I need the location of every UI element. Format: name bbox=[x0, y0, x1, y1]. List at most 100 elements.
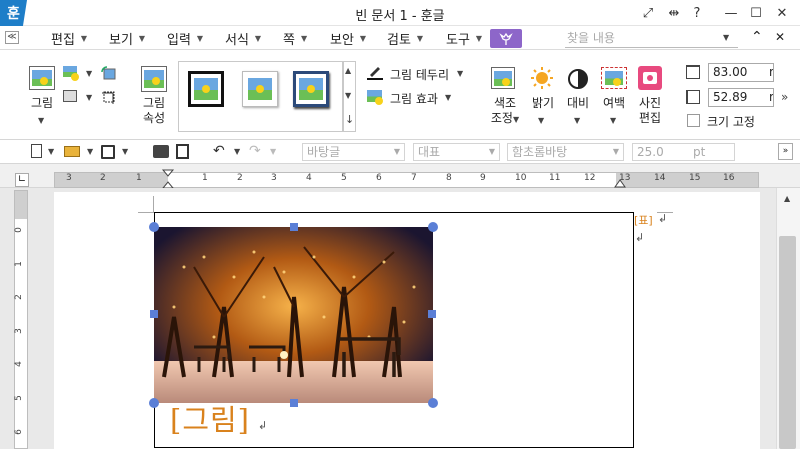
chevron-down-icon[interactable]: ▼ bbox=[48, 147, 54, 156]
vertical-ruler-number: 1 bbox=[13, 261, 24, 267]
style-black-frame[interactable] bbox=[188, 71, 224, 107]
menu-tools[interactable]: 도구 ▼ bbox=[446, 29, 482, 48]
collapse-menu-button[interactable]: ≪ bbox=[5, 31, 19, 44]
resize-handle-bottom[interactable] bbox=[290, 399, 298, 407]
menu-edit[interactable]: 편집 ▼ bbox=[51, 29, 87, 48]
toolbar-expand-button[interactable]: » bbox=[778, 143, 793, 160]
brightness-label[interactable]: 밝기 bbox=[530, 96, 556, 111]
chevron-down-icon[interactable]: ▼ bbox=[86, 69, 92, 78]
resize-handle-bottom-right[interactable] bbox=[428, 398, 438, 408]
picture-border-icon[interactable] bbox=[367, 66, 383, 80]
chevron-down-icon[interactable]: ▼ bbox=[574, 116, 580, 125]
width-input[interactable]: 83.00 m bbox=[708, 63, 774, 82]
font-select[interactable]: 함초롬바탕 ▼ bbox=[507, 143, 624, 161]
chevron-down-icon[interactable]: ▼ bbox=[270, 147, 276, 156]
menu-view[interactable]: 보기 ▼ bbox=[109, 29, 145, 48]
brightness-icon[interactable] bbox=[530, 66, 554, 90]
color-adjust-label[interactable]: 색조 조정▼ bbox=[487, 96, 523, 127]
maximize-button[interactable]: ☐ bbox=[745, 3, 767, 23]
resize-handle-top-left[interactable] bbox=[149, 222, 159, 232]
close-ribbon-button[interactable]: ✕ bbox=[775, 30, 785, 44]
picture-properties-icon[interactable] bbox=[141, 66, 167, 92]
menu-review[interactable]: 검토 ▼ bbox=[387, 29, 423, 48]
chevron-down-icon[interactable]: ▼ bbox=[234, 147, 240, 156]
insert-picture-icon[interactable] bbox=[63, 66, 79, 81]
margin-icon[interactable] bbox=[601, 67, 627, 89]
chevron-down-icon[interactable]: ▼ bbox=[610, 116, 616, 125]
group-icon[interactable] bbox=[63, 90, 77, 102]
scroll-up-icon[interactable]: ▲ bbox=[784, 194, 790, 203]
chevron-down-icon: ▼ bbox=[196, 34, 204, 43]
scroll-down-icon[interactable]: ▼ bbox=[345, 91, 351, 100]
picture-caption[interactable]: [그림] bbox=[170, 397, 250, 439]
undo-icon[interactable]: ↶ bbox=[213, 143, 225, 159]
style-select[interactable]: 바탕글 ▼ bbox=[302, 143, 405, 161]
photo-edit-icon[interactable] bbox=[638, 66, 662, 90]
menu-format[interactable]: 서식 ▼ bbox=[225, 29, 261, 48]
chevron-down-icon[interactable]: ▼ bbox=[87, 147, 93, 156]
nav-up-button[interactable]: ⌃ bbox=[751, 29, 763, 45]
resize-handle-right[interactable] bbox=[428, 310, 436, 318]
contrast-label[interactable]: 대비 bbox=[565, 96, 591, 111]
indent-marker-icon[interactable] bbox=[160, 168, 176, 190]
resize-handle-left[interactable] bbox=[150, 310, 158, 318]
gallery-more-icon[interactable]: ↓ bbox=[345, 113, 354, 126]
change-picture-icon[interactable] bbox=[101, 66, 117, 82]
vertical-ruler-number: 4 bbox=[13, 361, 24, 367]
picture-label[interactable]: 그림 bbox=[29, 96, 55, 111]
new-document-icon[interactable] bbox=[31, 144, 42, 158]
picture-properties-label[interactable]: 그림 속성 bbox=[139, 96, 169, 126]
open-folder-icon[interactable] bbox=[64, 146, 80, 157]
close-button[interactable]: ✕ bbox=[771, 3, 793, 23]
crop-icon[interactable] bbox=[101, 89, 117, 105]
picture-icon[interactable] bbox=[29, 66, 55, 90]
resize-handle-top-right[interactable] bbox=[428, 222, 438, 232]
style-blue-frame[interactable] bbox=[293, 71, 329, 107]
chevron-down-icon[interactable]: ▼ bbox=[457, 69, 463, 78]
find-input[interactable]: 찾을 내용 bbox=[565, 29, 738, 48]
resize-handle-bottom-left[interactable] bbox=[149, 398, 159, 408]
inserted-photo[interactable] bbox=[154, 227, 433, 403]
scroll-up-icon[interactable]: ▲ bbox=[345, 66, 351, 75]
font-size-input[interactable]: 25.0 pt bbox=[632, 143, 735, 161]
right-indent-icon[interactable] bbox=[614, 178, 626, 188]
fix-size-label[interactable]: 크기 고정 bbox=[707, 113, 755, 130]
chevron-down-icon[interactable]: ▼ bbox=[38, 116, 44, 125]
menu-insert[interactable]: 입력 ▼ bbox=[167, 29, 203, 48]
resize-handle-top[interactable] bbox=[290, 223, 298, 231]
picture-effect-label[interactable]: 그림 효과 bbox=[390, 90, 438, 107]
margin-label[interactable]: 여백 bbox=[601, 96, 627, 111]
photo-edit-label[interactable]: 사진 편집 bbox=[636, 96, 664, 126]
chevron-down-icon[interactable]: ▼ bbox=[538, 116, 544, 125]
paragraph-select[interactable]: 대표 ▼ bbox=[413, 143, 500, 161]
font-value: 함초롬바탕 bbox=[512, 145, 568, 159]
height-input[interactable]: 52.89 m bbox=[708, 88, 774, 107]
expand-icon[interactable]: ⤢ bbox=[637, 3, 659, 23]
tab-type-icon[interactable]: ∟ bbox=[15, 173, 29, 187]
style-shadow-frame[interactable] bbox=[242, 71, 278, 107]
fix-size-checkbox[interactable] bbox=[687, 114, 700, 127]
chevron-down-icon[interactable]: ▼ bbox=[122, 147, 128, 156]
chevron-down-icon[interactable]: ▼ bbox=[86, 93, 92, 102]
vertical-ruler[interactable]: 0 1 2 3 4 5 6 bbox=[14, 190, 28, 449]
split-icon[interactable]: ⇹ bbox=[663, 3, 685, 23]
picture-effect-icon[interactable] bbox=[367, 90, 383, 105]
label-line-1: 색조 bbox=[493, 96, 517, 110]
save-icon[interactable] bbox=[101, 145, 115, 159]
menu-page[interactable]: 쪽 ▼ bbox=[283, 29, 307, 48]
minimize-button[interactable]: — bbox=[720, 3, 742, 23]
picture-style-button[interactable] bbox=[490, 29, 522, 48]
menu-security[interactable]: 보안 ▼ bbox=[330, 29, 366, 48]
chevron-down-icon: ▼ bbox=[80, 34, 88, 43]
print-icon[interactable] bbox=[153, 145, 169, 158]
contrast-icon[interactable] bbox=[567, 68, 589, 90]
ribbon-more-button[interactable]: » bbox=[781, 90, 788, 104]
preview-icon[interactable] bbox=[176, 144, 189, 159]
chevron-down-icon[interactable]: ▼ bbox=[723, 33, 729, 42]
redo-icon[interactable]: ↷ bbox=[249, 143, 261, 159]
scrollbar-thumb[interactable] bbox=[779, 236, 796, 449]
color-adjust-icon[interactable] bbox=[491, 67, 515, 89]
picture-border-label[interactable]: 그림 테두리 bbox=[390, 66, 449, 83]
chevron-down-icon[interactable]: ▼ bbox=[445, 93, 451, 102]
help-button[interactable]: ? bbox=[686, 3, 708, 23]
